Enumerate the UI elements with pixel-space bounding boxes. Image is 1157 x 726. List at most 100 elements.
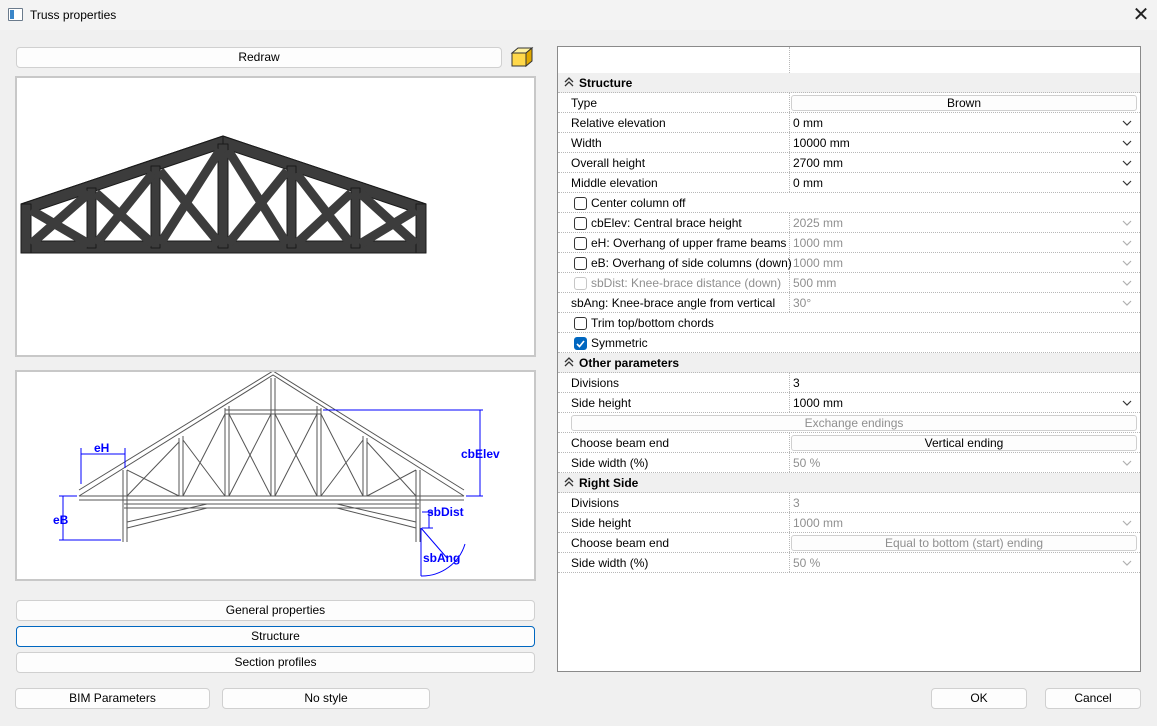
- center-column-off-checkbox[interactable]: [574, 197, 587, 210]
- chevron-down-icon: [1122, 260, 1132, 266]
- beam-end-label: Choose beam end: [571, 436, 670, 450]
- row-width: Width 10000 mm: [558, 133, 1140, 153]
- chevron-down-icon: [1122, 240, 1132, 246]
- collapse-chevron-icon[interactable]: [564, 477, 574, 487]
- row-center-column-off: Center column off: [558, 193, 1140, 213]
- relative-elevation-label: Relative elevation: [571, 116, 666, 130]
- exchange-endings-button: Exchange endings: [571, 415, 1137, 431]
- general-properties-button[interactable]: General properties: [16, 600, 535, 621]
- collapse-chevron-icon[interactable]: [564, 357, 574, 367]
- window-title: Truss properties: [30, 8, 117, 22]
- beam-end-button[interactable]: Vertical ending: [791, 435, 1137, 451]
- right-divisions-label: Divisions: [571, 496, 620, 510]
- row-symmetric: Symmetric: [558, 333, 1140, 353]
- section-other-title: Other parameters: [579, 356, 680, 370]
- section-right-title: Right Side: [579, 476, 639, 490]
- truss-elevation-drawing: [20, 135, 427, 254]
- title-bar: Truss properties ✕: [0, 0, 1157, 30]
- row-relative-elevation: Relative elevation 0 mm: [558, 113, 1140, 133]
- column-divider: [789, 47, 790, 73]
- chevron-down-icon[interactable]: [1118, 174, 1136, 192]
- sbAng-input: 30°: [793, 296, 812, 310]
- divisions-label: Divisions: [571, 376, 620, 390]
- style-button[interactable]: No style: [222, 688, 430, 709]
- row-sbAng: sbAng: Knee-brace angle from vertical 30…: [558, 293, 1140, 313]
- row-middle-elevation: Middle elevation 0 mm: [558, 173, 1140, 193]
- truss-3d-preview: [15, 76, 536, 357]
- 3d-cube-icon[interactable]: [510, 46, 534, 68]
- section-right-side[interactable]: Right Side: [558, 473, 1140, 493]
- section-other-parameters[interactable]: Other parameters: [558, 353, 1140, 373]
- side-height-label: Side height: [571, 396, 632, 410]
- overall-height-input[interactable]: 2700 mm: [793, 156, 843, 170]
- type-label: Type: [571, 96, 598, 110]
- chevron-down-icon: [1122, 520, 1132, 526]
- symmetric-label: Symmetric: [591, 336, 648, 350]
- eH-checkbox[interactable]: [574, 237, 587, 250]
- width-input[interactable]: 10000 mm: [793, 136, 850, 150]
- side-width-label: Side width (%): [571, 456, 649, 470]
- row-beam-end: Choose beam end Vertical ending: [558, 433, 1140, 453]
- trim-chords-checkbox[interactable]: [574, 317, 587, 330]
- side-height-input[interactable]: 1000 mm: [793, 396, 843, 410]
- ok-button[interactable]: OK: [931, 688, 1027, 709]
- row-right-side-height: Side height 1000 mm: [558, 513, 1140, 533]
- label-eH: eH: [94, 441, 109, 455]
- type-button[interactable]: Brown: [791, 95, 1137, 111]
- eB-checkbox[interactable]: [574, 257, 587, 270]
- right-side-width-label: Side width (%): [571, 556, 649, 570]
- bim-parameters-button[interactable]: BIM Parameters: [15, 688, 210, 709]
- trim-chords-label: Trim top/bottom chords: [591, 316, 714, 330]
- redraw-button[interactable]: Redraw: [16, 47, 502, 68]
- structure-button[interactable]: Structure: [16, 626, 535, 647]
- window-icon: [8, 8, 23, 21]
- center-column-off-label: Center column off: [591, 196, 686, 210]
- symmetric-checkbox[interactable]: [574, 337, 587, 350]
- collapse-chevron-icon[interactable]: [564, 77, 574, 87]
- middle-elevation-input[interactable]: 0 mm: [793, 176, 823, 190]
- property-grid: Structure Type Brown Relative elevation …: [557, 46, 1141, 672]
- chevron-down-icon: [1122, 280, 1132, 286]
- sbDist-label: sbDist: Knee-brace distance (down): [591, 276, 782, 290]
- eH-input: 1000 mm: [793, 236, 844, 250]
- eB-input: 1000 mm: [793, 256, 844, 270]
- row-cbElev: cbElev: Central brace height 2025 mm: [558, 213, 1140, 233]
- sbDist-checkbox: [574, 277, 587, 290]
- close-icon[interactable]: ✕: [1126, 2, 1156, 28]
- chevron-down-icon[interactable]: [1118, 394, 1136, 412]
- label-eB: eB: [53, 513, 69, 527]
- label-sbAng: sbAng: [423, 551, 460, 565]
- right-beam-end-button: Equal to bottom (start) ending: [791, 535, 1137, 551]
- eB-label: eB: Overhang of side columns (down): [591, 256, 792, 270]
- right-side-height-input: 1000 mm: [793, 516, 844, 530]
- right-beam-end-label: Choose beam end: [571, 536, 670, 550]
- section-profiles-button[interactable]: Section profiles: [16, 652, 535, 673]
- chevron-down-icon: [1122, 220, 1132, 226]
- right-side-width-input: 50 %: [793, 556, 821, 570]
- divisions-input[interactable]: 3: [793, 376, 800, 390]
- row-eB: eB: Overhang of side columns (down) 1000…: [558, 253, 1140, 273]
- right-divisions-input: 3: [793, 496, 800, 510]
- sbAng-label: sbAng: Knee-brace angle from vertical: [571, 296, 776, 310]
- label-cbElev: cbElev: [461, 447, 500, 461]
- right-side-height-label: Side height: [571, 516, 632, 530]
- section-structure-title: Structure: [579, 76, 633, 90]
- chevron-down-icon[interactable]: [1118, 134, 1136, 152]
- truss-schematic-preview: eH eB cbElev sbDist sbAng: [15, 370, 536, 581]
- relative-elevation-input[interactable]: 0 mm: [793, 116, 823, 130]
- overall-height-label: Overall height: [571, 156, 646, 170]
- chevron-down-icon: [1122, 300, 1132, 306]
- sbDist-input: 500 mm: [793, 276, 837, 290]
- eH-label: eH: Overhang of upper frame beams: [591, 236, 787, 250]
- row-overall-height: Overall height 2700 mm: [558, 153, 1140, 173]
- cancel-button[interactable]: Cancel: [1045, 688, 1141, 709]
- chevron-down-icon: [1122, 460, 1132, 466]
- cbElev-checkbox[interactable]: [574, 217, 587, 230]
- label-sbDist: sbDist: [427, 505, 464, 519]
- chevron-down-icon[interactable]: [1118, 114, 1136, 132]
- row-exchange-endings: Exchange endings: [558, 413, 1140, 433]
- row-divisions: Divisions 3: [558, 373, 1140, 393]
- section-structure[interactable]: Structure: [558, 73, 1140, 93]
- chevron-down-icon[interactable]: [1118, 154, 1136, 172]
- row-side-width: Side width (%) 50 %: [558, 453, 1140, 473]
